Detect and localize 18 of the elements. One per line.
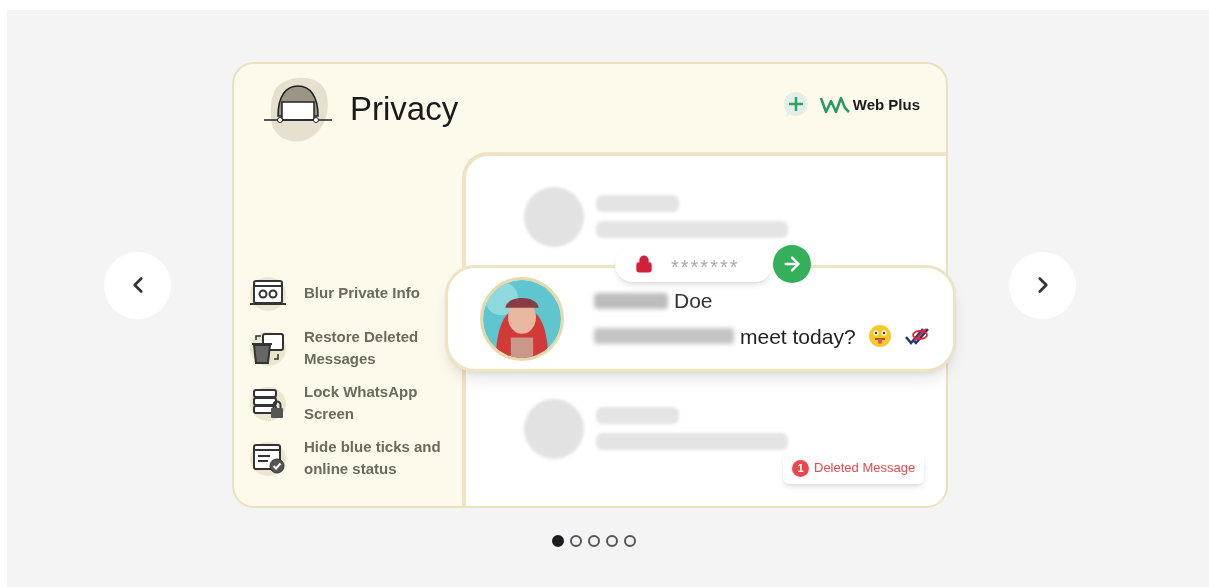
- feature-label: Blur Private Info: [304, 283, 421, 303]
- contact-name: Doe: [674, 288, 713, 314]
- lock-icon: [635, 255, 653, 273]
- brand-name: Web Plus: [852, 94, 920, 115]
- logo-icon: [819, 96, 850, 114]
- placeholder-avatar: [524, 399, 584, 459]
- password-value: *******: [671, 255, 740, 277]
- deleted-message-label: Deleted Message: [814, 459, 916, 478]
- feature-label: Lock WhatsApp Screen: [304, 382, 419, 424]
- placeholder-avatar: [524, 187, 584, 247]
- plus-bubble-icon: [781, 90, 810, 120]
- message-text: meet today?: [740, 323, 856, 350]
- count-badge: 1: [792, 459, 809, 477]
- slide-title: Privacy: [350, 91, 459, 125]
- password-field[interactable]: *******: [615, 246, 773, 282]
- tongue-face-icon: [867, 324, 892, 349]
- feature-label: Hide blue ticks and online status: [304, 437, 442, 479]
- feature-label: Restore Deleted Messages: [304, 327, 420, 369]
